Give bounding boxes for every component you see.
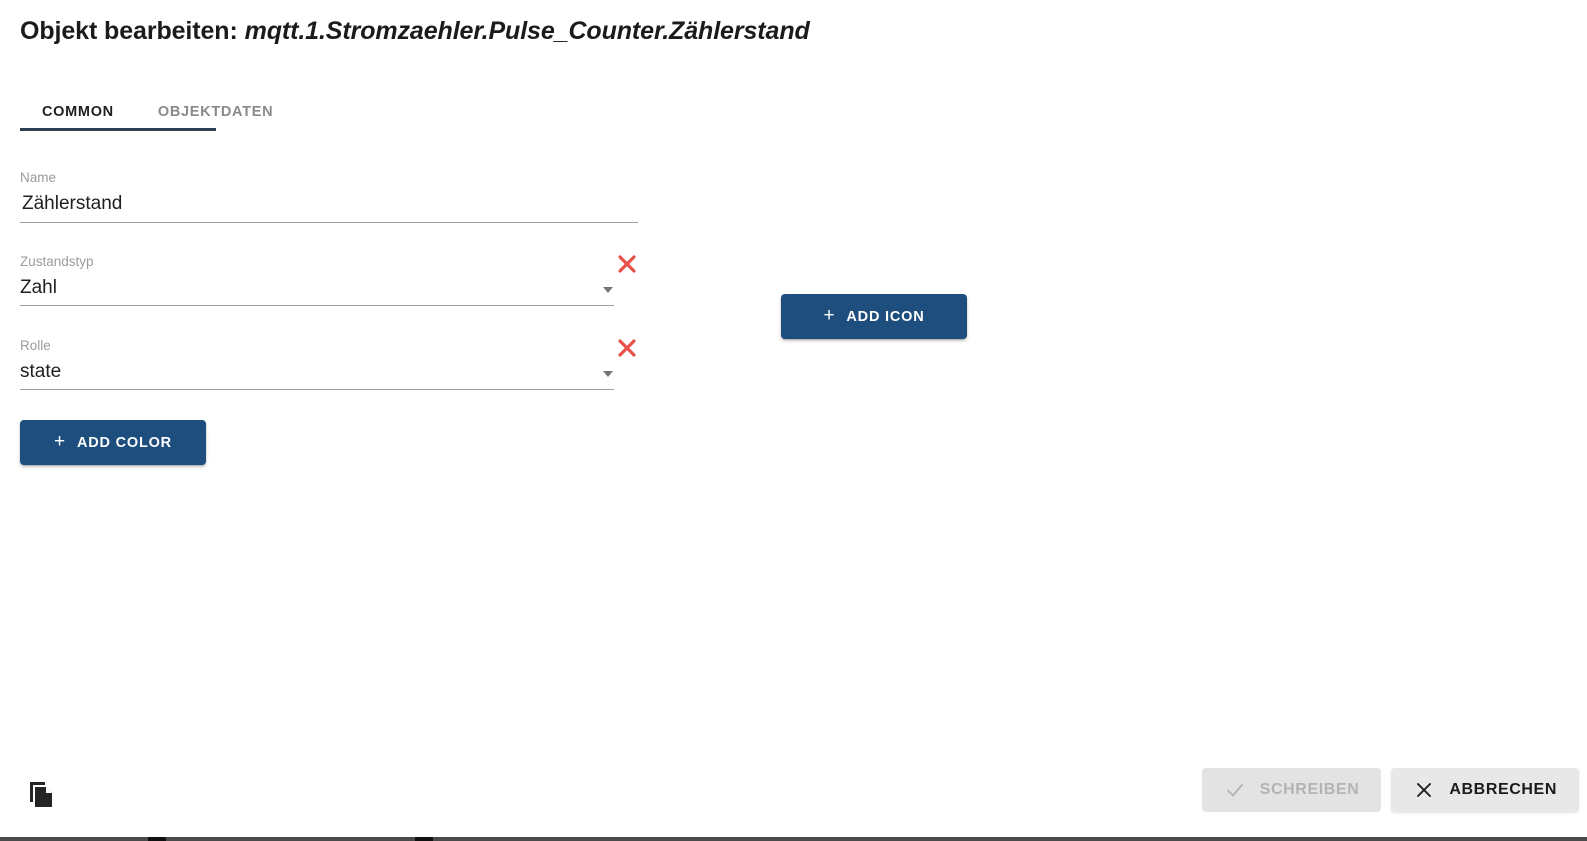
state-type-value: Zahl (20, 277, 57, 298)
check-icon (1226, 784, 1243, 797)
role-field-group: Rolle state (20, 338, 614, 390)
copy-icon (30, 782, 52, 807)
role-field-label: Rolle (20, 338, 51, 353)
clear-role-button[interactable] (614, 335, 640, 361)
name-field-label: Name (20, 170, 57, 185)
clear-state-type-button[interactable] (614, 251, 640, 277)
role-select[interactable]: state (20, 354, 614, 385)
write-button-label: SCHREIBEN (1259, 781, 1360, 798)
name-field-underline (20, 222, 638, 223)
bottom-edge-notch (415, 837, 433, 841)
cancel-button-label: ABBRECHEN (1449, 781, 1557, 798)
bottom-edge-notch (148, 837, 166, 841)
common-tab-panel: Name Zustandstyp Zahl Rolle (0, 0, 1587, 841)
footer-actions: SCHREIBEN ABBRECHEN (1201, 768, 1579, 812)
dialog-footer: SCHREIBEN ABBRECHEN (0, 760, 1587, 830)
state-type-field-group: Zustandstyp Zahl (20, 254, 614, 306)
write-button[interactable]: SCHREIBEN (1201, 768, 1382, 812)
cancel-button[interactable]: ABBRECHEN (1391, 768, 1579, 812)
name-field-group: Name (20, 170, 642, 223)
edit-object-dialog: Objekt bearbeiten: mqtt.1.Stromzaehler.P… (0, 0, 1587, 841)
close-x-icon (1417, 783, 1432, 797)
name-input[interactable] (20, 186, 642, 218)
bottom-edge-bar (0, 837, 1587, 841)
add-color-button-label: ADD COLOR (76, 434, 172, 451)
role-field-underline (20, 389, 614, 390)
role-value: state (20, 361, 62, 382)
state-type-select[interactable]: Zahl (20, 270, 614, 301)
add-color-button[interactable]: + ADD COLOR (20, 420, 206, 465)
copy-button[interactable] (24, 778, 56, 810)
plus-icon: + (54, 431, 66, 452)
add-icon-button[interactable]: + ADD ICON (781, 294, 967, 339)
chevron-down-icon[interactable] (603, 371, 613, 377)
chevron-down-icon[interactable] (603, 287, 613, 293)
state-type-field-underline (20, 305, 614, 306)
state-type-field-label: Zustandstyp (20, 254, 94, 269)
add-icon-button-label: ADD ICON (846, 308, 925, 325)
window-bottom-edge (0, 833, 1587, 841)
plus-icon: + (823, 305, 836, 326)
